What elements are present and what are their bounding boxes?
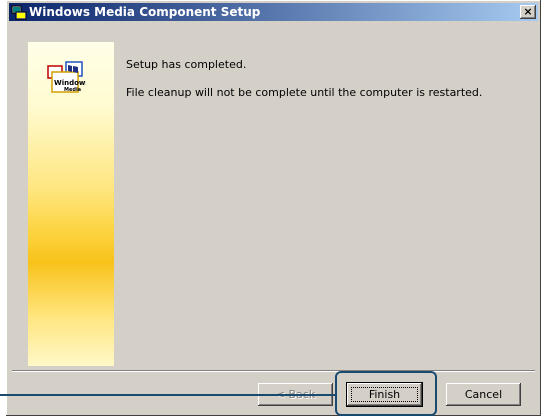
title-bar[interactable]: Windows Media Component Setup × (9, 3, 538, 21)
completion-message: Setup has completed. (126, 58, 247, 71)
callout-pointer-line (0, 394, 336, 396)
callout-highlight-box (335, 371, 437, 416)
cancel-button[interactable]: Cancel (446, 383, 521, 406)
setup-app-icon (11, 5, 27, 20)
setup-banner: Windows Media (28, 42, 114, 366)
windows-media-logo-icon: Windows Media (47, 61, 86, 93)
svg-text:Media: Media (64, 87, 81, 93)
cancel-button-label: Cancel (464, 388, 503, 401)
restart-notice: File cleanup will not be complete until … (126, 86, 483, 99)
close-button[interactable]: × (520, 5, 536, 19)
window-title: Windows Media Component Setup (29, 5, 261, 19)
setup-dialog: Windows Media Component Setup × Windows … (6, 0, 541, 416)
svg-text:Windows: Windows (54, 79, 86, 87)
close-icon: × (523, 5, 533, 18)
button-separator (12, 370, 535, 372)
